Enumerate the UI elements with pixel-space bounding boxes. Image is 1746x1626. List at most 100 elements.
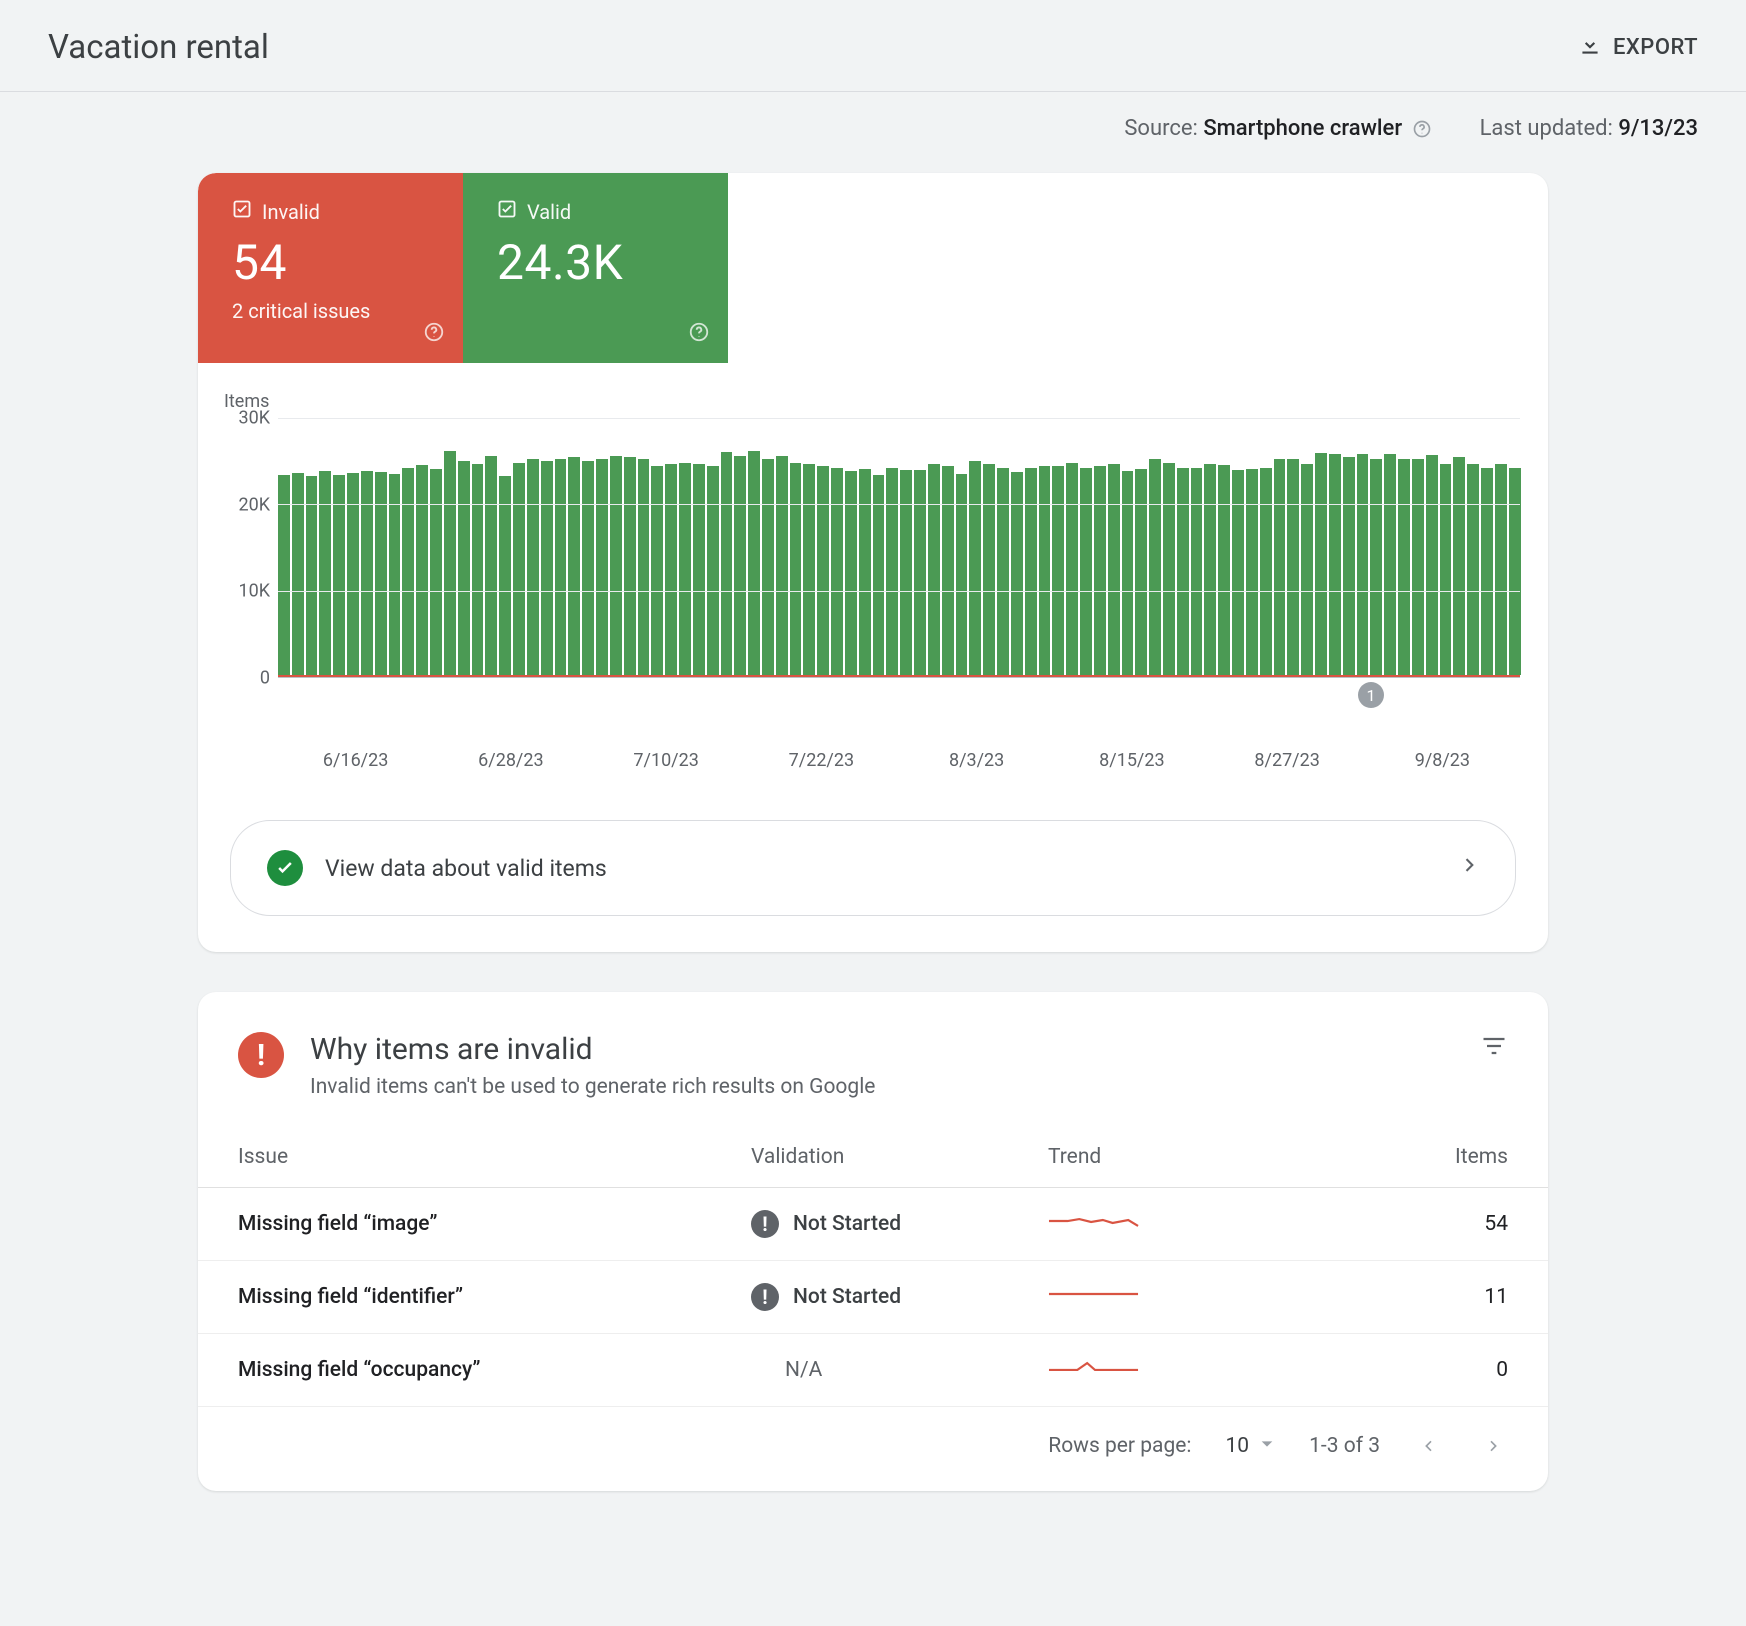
chart-bar: [1398, 459, 1410, 675]
chart-bar: [693, 464, 705, 675]
invalid-subtext: 2 critical issues: [232, 299, 435, 323]
chevron-down-icon: [1259, 1434, 1275, 1458]
chart-bar: [1274, 459, 1286, 675]
chart-bar: [555, 459, 567, 675]
next-page-button[interactable]: [1478, 1431, 1508, 1461]
chart-bar: [527, 459, 539, 675]
chart-bar: [900, 470, 912, 675]
issue-name: Missing field “identifier”: [198, 1261, 711, 1334]
chart-bar: [1467, 464, 1479, 675]
chart-bars: [278, 418, 1520, 675]
issue-name: Missing field “image”: [198, 1188, 711, 1261]
chart-bar: [1440, 464, 1452, 675]
chart-y-title: Items: [224, 391, 1520, 412]
col-items[interactable]: Items: [1305, 1119, 1548, 1188]
help-icon[interactable]: [688, 321, 710, 349]
chart-bar: [541, 461, 553, 675]
chart-bar: [817, 466, 829, 675]
chart-bar: [444, 451, 456, 675]
x-tick: 6/16/23: [323, 750, 388, 771]
chart-bar: [458, 461, 470, 675]
chart-bar: [1301, 464, 1313, 675]
chart-bar: [790, 463, 802, 675]
chart-bar: [416, 465, 428, 675]
chart-bar: [1177, 468, 1189, 675]
source-value[interactable]: Smartphone crawler: [1203, 116, 1402, 141]
chart-bar: [942, 466, 954, 675]
invalid-tile[interactable]: Invalid 54 2 critical issues: [198, 173, 463, 363]
chart-bar: [1384, 454, 1396, 675]
chart-bar: [1080, 468, 1092, 675]
chart-bar: [679, 463, 691, 675]
validation-cell: N/A: [711, 1334, 1008, 1407]
invalid-section-title: Why items are invalid: [310, 1032, 875, 1067]
chart-bar: [1094, 466, 1106, 675]
checkbox-icon: [232, 199, 252, 224]
chart-bar: [568, 457, 580, 675]
filter-button[interactable]: [1480, 1032, 1508, 1066]
help-icon[interactable]: [1412, 119, 1432, 139]
items-count: 0: [1305, 1334, 1548, 1407]
chart-marker[interactable]: 1: [1358, 682, 1384, 708]
chart-bar: [582, 461, 594, 675]
chart-invalid-baseline: [278, 675, 1520, 677]
issue-row[interactable]: Missing field “image”!Not Started54: [198, 1188, 1548, 1261]
x-tick: 8/15/23: [1099, 750, 1164, 771]
trend-cell: [1008, 1261, 1305, 1334]
col-validation[interactable]: Validation: [711, 1119, 1008, 1188]
x-tick: 8/27/23: [1254, 750, 1319, 771]
chart-bar: [1218, 465, 1230, 675]
issue-row[interactable]: Missing field “occupancy”N/A0: [198, 1334, 1548, 1407]
rows-per-page-select[interactable]: 10: [1225, 1434, 1275, 1458]
chart-bar: [734, 456, 746, 675]
chart-bar: [803, 464, 815, 675]
valid-tile[interactable]: Valid 24.3K: [463, 173, 728, 363]
help-icon[interactable]: [423, 321, 445, 349]
prev-page-button[interactable]: [1414, 1431, 1444, 1461]
chart-bar: [499, 476, 511, 675]
x-tick: 7/10/23: [633, 750, 698, 771]
chart-bar: [845, 471, 857, 675]
chart-bar: [485, 456, 497, 675]
y-tick: 20K: [238, 494, 270, 515]
chart-bar: [1066, 463, 1078, 675]
chevron-right-icon: [1459, 855, 1479, 881]
sparkline: [1048, 1356, 1140, 1384]
x-tick: 6/28/23: [478, 750, 543, 771]
invalid-reasons-card: ! Why items are invalid Invalid items ca…: [198, 992, 1548, 1491]
chart-bar: [1357, 454, 1369, 675]
chart-bar: [914, 470, 926, 675]
trend-cell: [1008, 1188, 1305, 1261]
source-meta: Source: Smartphone crawler: [1124, 116, 1431, 141]
chart-bar: [969, 461, 981, 675]
alert-dot-icon: !: [751, 1283, 779, 1311]
chart-bar: [707, 466, 719, 675]
col-issue[interactable]: Issue: [198, 1119, 711, 1188]
x-tick: 8/3/23: [949, 750, 1004, 771]
valid-count: 24.3K: [497, 234, 700, 291]
chart-bar: [1122, 471, 1134, 675]
view-valid-data-row[interactable]: View data about valid items: [230, 820, 1516, 916]
alert-dot-icon: !: [751, 1210, 779, 1238]
chart-bar: [292, 473, 304, 675]
sparkline: [1048, 1283, 1140, 1311]
invalid-section-subtitle: Invalid items can't be used to generate …: [310, 1075, 875, 1099]
export-button[interactable]: EXPORT: [1577, 32, 1698, 64]
chart-bar: [1495, 464, 1507, 675]
chart-bar: [1509, 468, 1521, 675]
issue-row[interactable]: Missing field “identifier”!Not Started11: [198, 1261, 1548, 1334]
last-updated-value: 9/13/23: [1618, 116, 1698, 141]
valid-label: Valid: [527, 200, 571, 224]
chart-bar: [1287, 459, 1299, 675]
col-trend[interactable]: Trend: [1008, 1119, 1305, 1188]
chart-bar: [1343, 457, 1355, 675]
view-valid-label: View data about valid items: [325, 855, 1459, 882]
page-range: 1-3 of 3: [1309, 1434, 1380, 1458]
chart-bar: [1149, 459, 1161, 675]
chart-bar: [513, 463, 525, 675]
chart-bar: [651, 466, 663, 675]
export-label: EXPORT: [1613, 35, 1698, 60]
chart-bar: [665, 464, 677, 675]
chart-bar: [721, 452, 733, 675]
chart-bar: [1232, 470, 1244, 675]
